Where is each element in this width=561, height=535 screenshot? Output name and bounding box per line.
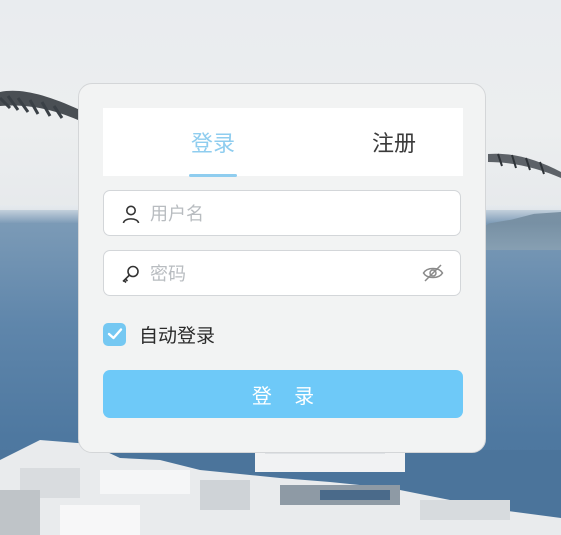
username-field bbox=[103, 190, 461, 236]
tab-bar: 登录 注册 bbox=[103, 108, 463, 177]
username-input[interactable] bbox=[148, 199, 412, 229]
checkmark-icon bbox=[107, 328, 122, 340]
tab-register[interactable]: 注册 bbox=[368, 108, 420, 176]
auto-login-option[interactable]: 自动登录 bbox=[103, 321, 215, 347]
auto-login-label: 自动登录 bbox=[139, 324, 216, 347]
auto-login-checkbox[interactable] bbox=[103, 322, 126, 346]
password-input[interactable] bbox=[148, 259, 412, 289]
password-field bbox=[103, 250, 461, 296]
palm-leaves-left bbox=[0, 90, 80, 120]
login-card: 登录 注册 自动登录 登 录 bbox=[78, 83, 486, 453]
tab-login[interactable]: 登录 bbox=[187, 108, 239, 176]
palm-leaves-right bbox=[488, 153, 561, 178]
user-icon bbox=[122, 205, 140, 224]
active-tab-indicator bbox=[189, 174, 237, 177]
login-button[interactable]: 登 录 bbox=[103, 370, 463, 418]
eye-off-icon[interactable] bbox=[422, 263, 444, 283]
key-icon bbox=[122, 265, 139, 284]
